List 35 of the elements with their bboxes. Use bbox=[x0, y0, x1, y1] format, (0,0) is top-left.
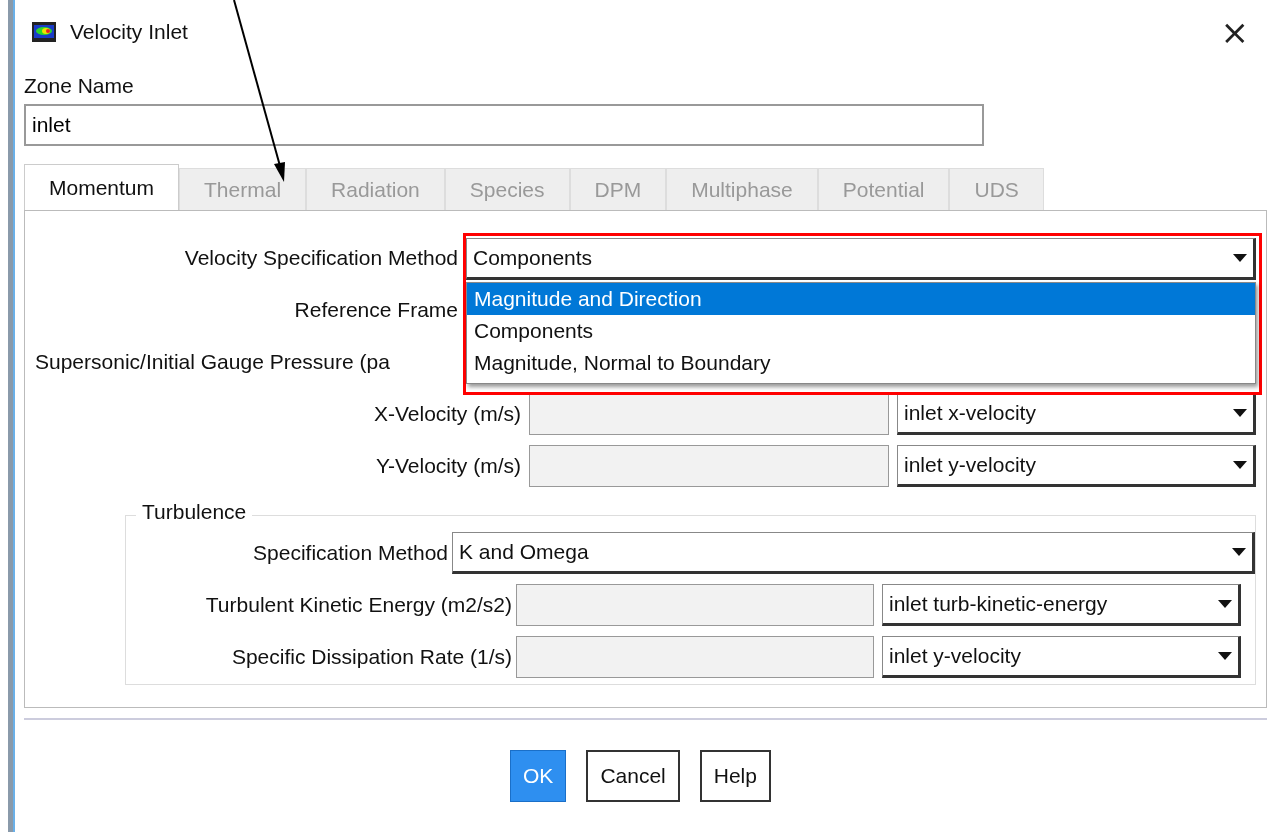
app-icon bbox=[32, 22, 56, 42]
dropdown[interactable]: K and Omega bbox=[452, 532, 1255, 574]
menu-option[interactable]: Magnitude and Direction bbox=[467, 283, 1255, 315]
menu-option[interactable]: Magnitude, Normal to Boundary bbox=[467, 347, 1255, 379]
caret-icon bbox=[1233, 461, 1247, 469]
zone-name-label: Zone Name bbox=[24, 74, 135, 99]
profile-dropdown[interactable]: inlet x-velocity bbox=[897, 393, 1256, 435]
caret-icon bbox=[1233, 254, 1247, 262]
field-label: Turbulent Kinetic Energy (m2/s2) bbox=[204, 593, 513, 617]
profile-dropdown[interactable]: inlet turb-kinetic-energy bbox=[882, 584, 1241, 626]
dialog-button[interactable]: Cancel bbox=[586, 750, 680, 802]
caret-icon bbox=[1218, 600, 1232, 608]
field-label: Y-Velocity (m/s) bbox=[374, 454, 522, 478]
window-title: Velocity Inlet bbox=[70, 20, 188, 44]
profile-dropdown[interactable]: inlet y-velocity bbox=[897, 445, 1256, 487]
profile-dropdown[interactable]: inlet y-velocity bbox=[882, 636, 1241, 678]
field-label: Specific Dissipation Rate (1/s) bbox=[230, 645, 513, 669]
field-label: Supersonic/Initial Gauge Pressure (pa bbox=[34, 350, 391, 374]
zone-name-field[interactable]: inlet bbox=[24, 104, 984, 146]
field-label: Reference Frame bbox=[293, 298, 459, 322]
caret-icon bbox=[1218, 652, 1232, 660]
field-label: Velocity Specification Method bbox=[183, 246, 459, 270]
menu-option[interactable]: Components bbox=[467, 315, 1255, 347]
value-field[interactable] bbox=[529, 393, 889, 435]
caret-icon bbox=[1232, 548, 1246, 556]
value-field[interactable] bbox=[516, 636, 874, 678]
dialog-button[interactable]: Help bbox=[699, 750, 771, 802]
dropdown[interactable]: Components bbox=[466, 238, 1256, 280]
value-field[interactable] bbox=[529, 445, 889, 487]
value-field[interactable] bbox=[516, 584, 874, 626]
field-label: X-Velocity (m/s) bbox=[372, 402, 522, 426]
field-label: Specification Method bbox=[252, 541, 449, 565]
caret-icon bbox=[1233, 409, 1247, 417]
close-button[interactable]: × bbox=[1214, 15, 1255, 49]
tab[interactable]: Momentum bbox=[24, 164, 180, 210]
